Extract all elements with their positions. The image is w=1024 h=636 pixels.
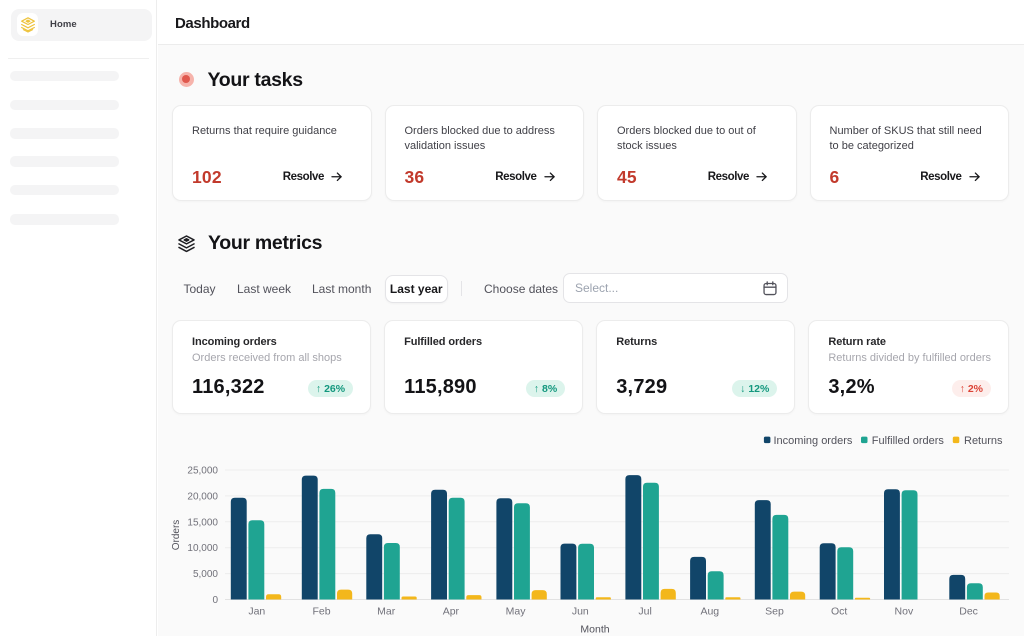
svg-text:Orders: Orders <box>171 520 182 551</box>
svg-text:0: 0 <box>212 595 218 606</box>
svg-text:Feb: Feb <box>312 606 330 618</box>
svg-text:Nov: Nov <box>895 606 914 618</box>
svg-text:Jul: Jul <box>638 606 651 618</box>
svg-text:15,000: 15,000 <box>187 517 218 528</box>
svg-text:Mar: Mar <box>377 606 396 618</box>
svg-text:Apr: Apr <box>443 606 460 618</box>
svg-text:May: May <box>506 606 527 618</box>
svg-text:25,000: 25,000 <box>187 466 218 477</box>
svg-text:Sep: Sep <box>765 606 784 618</box>
svg-text:Returns: Returns <box>964 435 1003 447</box>
svg-text:Jan: Jan <box>248 606 265 618</box>
svg-text:Aug: Aug <box>700 606 719 618</box>
svg-text:Incoming orders: Incoming orders <box>774 435 853 447</box>
svg-text:Dec: Dec <box>959 606 978 618</box>
svg-text:10,000: 10,000 <box>187 543 218 554</box>
svg-text:5,000: 5,000 <box>193 569 218 580</box>
svg-text:20,000: 20,000 <box>187 491 218 502</box>
svg-text:Jun: Jun <box>572 606 589 618</box>
svg-text:Fulfilled orders: Fulfilled orders <box>872 435 945 447</box>
svg-text:Month: Month <box>580 624 609 636</box>
svg-text:Oct: Oct <box>831 606 847 618</box>
